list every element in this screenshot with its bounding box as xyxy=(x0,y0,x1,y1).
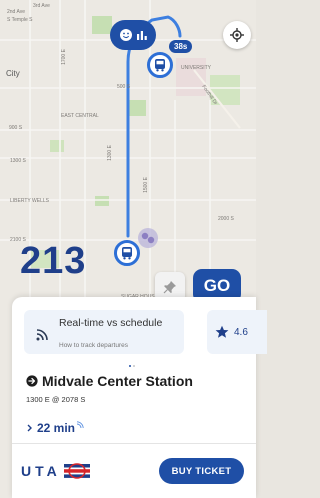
live-status-badge[interactable] xyxy=(110,20,156,50)
park xyxy=(95,196,109,206)
map-label: S Temple S xyxy=(7,17,33,23)
map-label: 1300 E xyxy=(106,145,113,161)
uta-logo-mark-icon xyxy=(63,463,90,479)
rating-card[interactable]: 4.6 xyxy=(207,310,267,354)
divider xyxy=(12,443,256,444)
park xyxy=(50,140,64,152)
stop-cluster-icon[interactable] xyxy=(137,227,159,249)
star-icon xyxy=(215,325,229,338)
arrow-circle-icon xyxy=(26,375,38,387)
station-row[interactable]: Midvale Center Station xyxy=(26,373,193,389)
bus-icon xyxy=(155,59,165,72)
map-label: 1700 E xyxy=(60,49,67,65)
map-label: 900 S xyxy=(9,125,23,131)
park xyxy=(128,100,146,116)
map-label: LIBERTY WELLS xyxy=(10,198,49,204)
map-label: 3rd Ave xyxy=(33,3,50,9)
realtime-icon xyxy=(76,420,84,428)
station-name: Midvale Center Station xyxy=(42,373,193,389)
bottom-sheet: Real-time vs schedule How to track depar… xyxy=(12,297,267,498)
locate-button[interactable] xyxy=(223,21,251,49)
arrival-badge: 38s xyxy=(169,40,193,53)
uta-logo: UTA xyxy=(21,462,90,480)
map-label: UNIVERSITY xyxy=(181,65,212,71)
map-label: 1300 S xyxy=(10,158,26,164)
eta-value: 22 min xyxy=(37,421,76,435)
stop-address: 1300 E @ 2078 S xyxy=(26,395,86,404)
map-label: 2000 S xyxy=(218,216,234,222)
info-card-title: Real-time vs schedule xyxy=(59,317,163,329)
map-label: City xyxy=(6,69,20,78)
carousel-dot xyxy=(129,365,131,367)
map-label: EAST CENTRAL xyxy=(61,113,99,119)
pin-icon xyxy=(163,281,176,294)
bar-chart-icon xyxy=(136,31,147,40)
info-card-subtitle: How to track departures xyxy=(59,342,129,349)
route-number: 213 xyxy=(20,240,87,282)
uta-logo-text: UTA xyxy=(21,463,61,479)
bus-marker[interactable] xyxy=(147,52,173,78)
chevron-right-icon xyxy=(27,424,32,432)
crosshair-icon xyxy=(230,28,244,42)
carousel-dot xyxy=(133,365,135,367)
buy-ticket-button[interactable]: BUY TICKET xyxy=(159,458,244,484)
map-label: 500 S xyxy=(117,84,131,90)
rating-value: 4.6 xyxy=(234,327,248,338)
signal-icon xyxy=(36,329,48,341)
map-label: 2nd Ave xyxy=(7,9,25,15)
eta-row[interactable]: 22 min xyxy=(26,420,84,435)
bus-icon xyxy=(122,247,132,260)
smiley-icon xyxy=(119,29,132,41)
carousel-indicator xyxy=(129,365,135,367)
park xyxy=(92,16,112,34)
realtime-info-card[interactable]: Real-time vs schedule How to track depar… xyxy=(24,310,184,354)
map-label: 1500 E xyxy=(142,177,149,193)
